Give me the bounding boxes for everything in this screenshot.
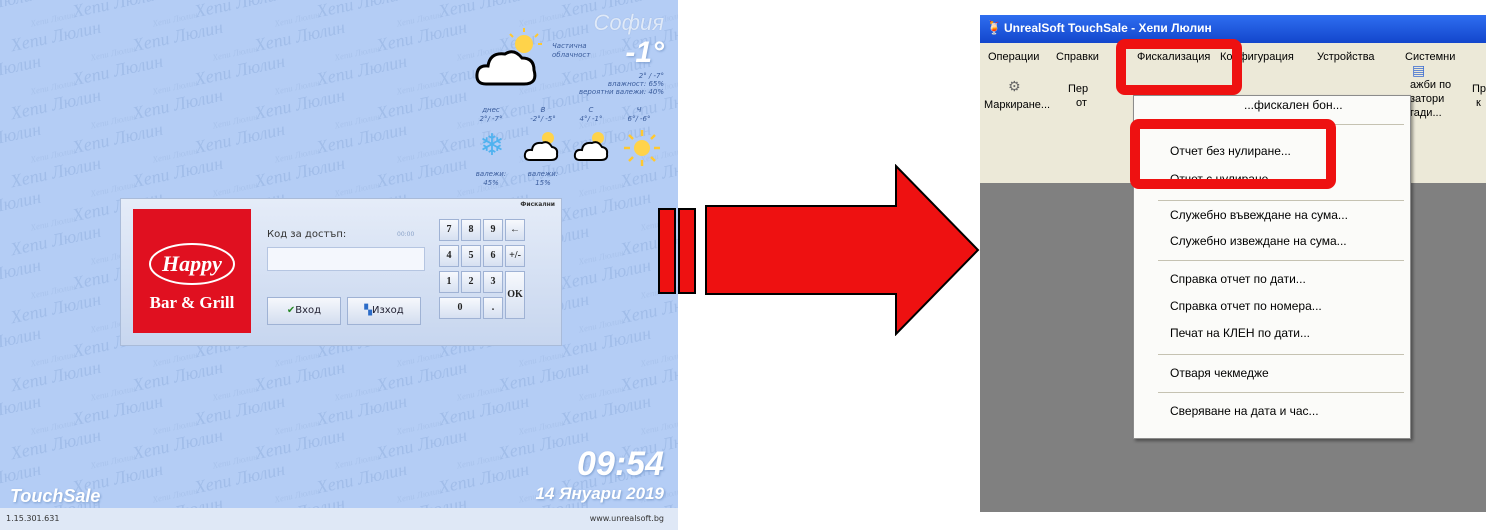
app-icon: 🍹 [986,21,1003,36]
weather-city: София [593,10,665,35]
marking-button[interactable]: ⚙ Маркиране... [984,77,1050,121]
menu-operations[interactable]: Операции [988,51,1039,63]
toolbar-partial-label-2: от [1076,97,1087,109]
toolbar-right-label-2: затори [1410,93,1445,105]
highlight-box-item [1130,119,1336,189]
menu-reports[interactable]: Справки [1056,51,1099,63]
partly-cloudy-icon [475,28,542,86]
keypad-key-5[interactable]: 5 [461,245,481,267]
menu-system[interactable]: Системни [1405,51,1455,63]
enter-button[interactable]: ✔Вход [267,297,341,325]
menu-separator [1158,260,1404,261]
access-code-hint: 00:00 [397,231,415,238]
access-code-input[interactable] [267,247,425,271]
menu-separator [1158,392,1404,393]
logo-text: Bar & Grill [149,293,235,312]
touchsale-login-screen: Хепи Люлин Хепи Люлин Хепи Люлин Хепи Люлин… [0,0,678,530]
current-temperature: -1° [625,36,664,69]
keypad-key-2[interactable]: 2 [461,271,481,293]
menu-item-fiscal-receipt[interactable]: ...фискален бон... [1244,98,1343,112]
exit-button[interactable]: ▚Изход [347,297,421,325]
forecast-day-2: В -2°/ -5° [530,106,556,123]
clock: 09:54 [577,445,664,483]
forecast-rain-day-2: валежи: 15% [527,170,559,187]
keypad-key-3[interactable]: 3 [483,271,503,293]
touchsale-brand: TouchSale [10,486,101,506]
date: 14 Януари 2019 [535,484,664,503]
forecast-rain-today: валежи: 45% [475,170,507,187]
keypad-key-.[interactable]: . [483,297,503,319]
divider-bar-right [678,208,696,294]
menu-item-service-withdrawal[interactable]: Служебно извеждане на сума... [1170,234,1347,248]
keypad-key-OK[interactable]: OK [505,271,525,319]
window-title: UnrealSoft TouchSale - Хепи Люлин [1004,21,1212,35]
menu-item-report-by-date[interactable]: Справка отчет по дати... [1170,272,1306,286]
cloudy-sun-icon [523,132,559,161]
touchsale-desktop-window: 🍹 UnrealSoft TouchSale - Хепи Люлин Опер… [980,15,1486,512]
forecast-day-today: днес 2°/ -7° [479,106,503,123]
forecast-day-3: С 4°/ -1° [579,106,603,123]
keypad-key-6[interactable]: 6 [483,245,503,267]
divider-bar-left [658,208,676,294]
toolbar-right-label-3: гади... [1410,107,1442,119]
snowflake-icon: ❄ [479,128,505,163]
website-url: www.unrealsoft.bg [589,514,664,523]
right-arrow-icon [705,164,980,336]
keypad-key-0[interactable]: 0 [439,297,481,319]
menu-item-sync-date-time[interactable]: Сверяване на дата и час... [1170,404,1319,418]
marking-icon: ⚙ [1008,79,1021,95]
precipitation: вероятни валежи: 40% [579,88,664,96]
toolbar-partial-label: Пер [1068,83,1089,95]
keypad-key-7[interactable]: 7 [439,219,459,241]
status-bar [0,508,678,530]
login-panel: Фискални Happy Bar & Grill Код за достъп… [120,198,562,346]
toolbar-right-label-4: Пр [1472,83,1486,95]
sun-icon [624,130,660,166]
access-code-label: Код за достъп: [267,229,347,240]
keypad-key-8[interactable]: 8 [461,219,481,241]
menu-item-open-drawer[interactable]: Отваря чекмедже [1170,366,1269,380]
happy-bar-grill-logo: Happy Bar & Grill [133,209,251,333]
menu-item-print-klen-by-date[interactable]: Печат на КЛЕН по дати... [1170,326,1310,340]
toolbar-right-label-1: ажби по [1410,79,1452,91]
keypad-key-←[interactable]: ← [505,219,525,241]
forecast-day-4: Ч 6°/ -6° [627,106,651,123]
highlight-box-menu [1116,39,1242,95]
menu-separator [1158,200,1404,201]
weather-description: Частична облачност [552,42,591,59]
menu-separator [1158,354,1404,355]
login-panel-title: Фискални [520,201,555,208]
toolbar-icon: ▤ [1412,63,1426,79]
cloudy-sun-icon [573,132,609,161]
version-label: 1.15.301.631 [6,514,60,523]
menu-item-report-by-number[interactable]: Справка отчет по номера... [1170,299,1322,313]
toolbar-right-label-5: к [1476,97,1481,109]
keypad-key-1[interactable]: 1 [439,271,459,293]
svg-text:Happy: Happy [161,251,222,276]
exit-door-icon: ▚ [364,305,372,316]
menu-item-service-deposit[interactable]: Служебно въвеждане на сума... [1170,208,1348,222]
keypad-key-+/-[interactable]: +/- [505,245,525,267]
keypad-key-4[interactable]: 4 [439,245,459,267]
menu-devices[interactable]: Устройства [1317,51,1375,63]
keypad-key-9[interactable]: 9 [483,219,503,241]
